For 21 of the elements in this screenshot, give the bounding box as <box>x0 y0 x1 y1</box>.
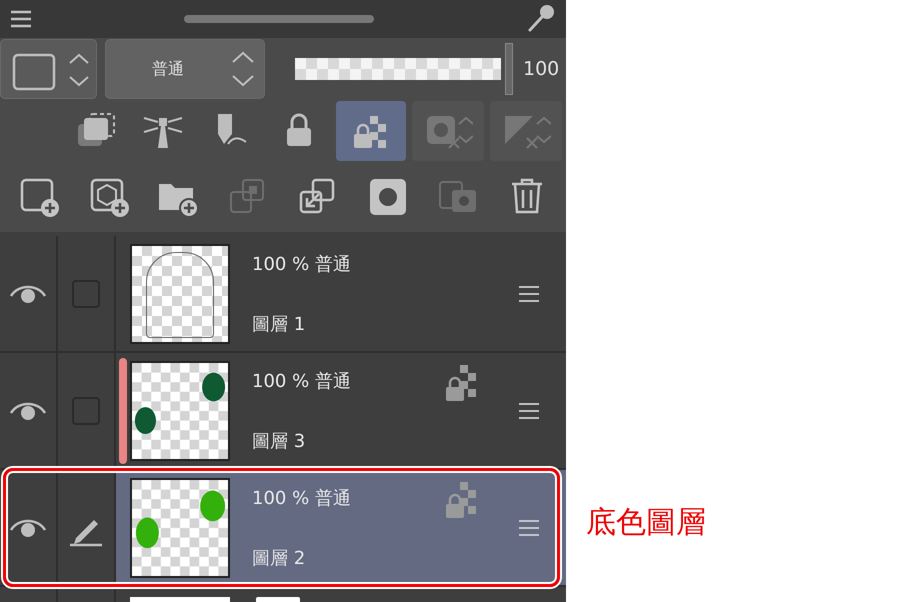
opacity-blend-label: 100 % 普通 <box>252 252 352 276</box>
layer-name: 圖層 3 <box>252 430 306 452</box>
opacity-value: 100 <box>523 58 560 80</box>
layer-row[interactable]: 100 % 普通 圖層 3 <box>0 353 566 470</box>
menu-icon[interactable] <box>10 10 32 28</box>
annotation-label: 底色圖層 <box>586 504 706 542</box>
pin-icon[interactable] <box>526 4 556 34</box>
slider-thumb[interactable] <box>505 43 513 95</box>
opacity-blend-label: 100 % 普通 <box>252 370 352 392</box>
layer-name: 圖層 2 <box>252 546 306 570</box>
layer-color-button[interactable] <box>0 39 97 99</box>
lock-transparency-toggle[interactable] <box>336 101 406 161</box>
blend-mode-dropdown[interactable]: 普通 <box>105 39 265 99</box>
menu-icon[interactable] <box>518 518 540 536</box>
menu-icon[interactable] <box>518 402 540 420</box>
menu-icon[interactable] <box>518 284 540 302</box>
opacity-blend-label: 100 % 普通 <box>252 486 352 510</box>
layer-name: 圖層 1 <box>252 312 306 336</box>
layer-row[interactable]: 100 % 普通 圖層 1 <box>0 236 566 353</box>
drag-handle[interactable] <box>184 15 374 23</box>
up-down-icon <box>230 49 256 89</box>
